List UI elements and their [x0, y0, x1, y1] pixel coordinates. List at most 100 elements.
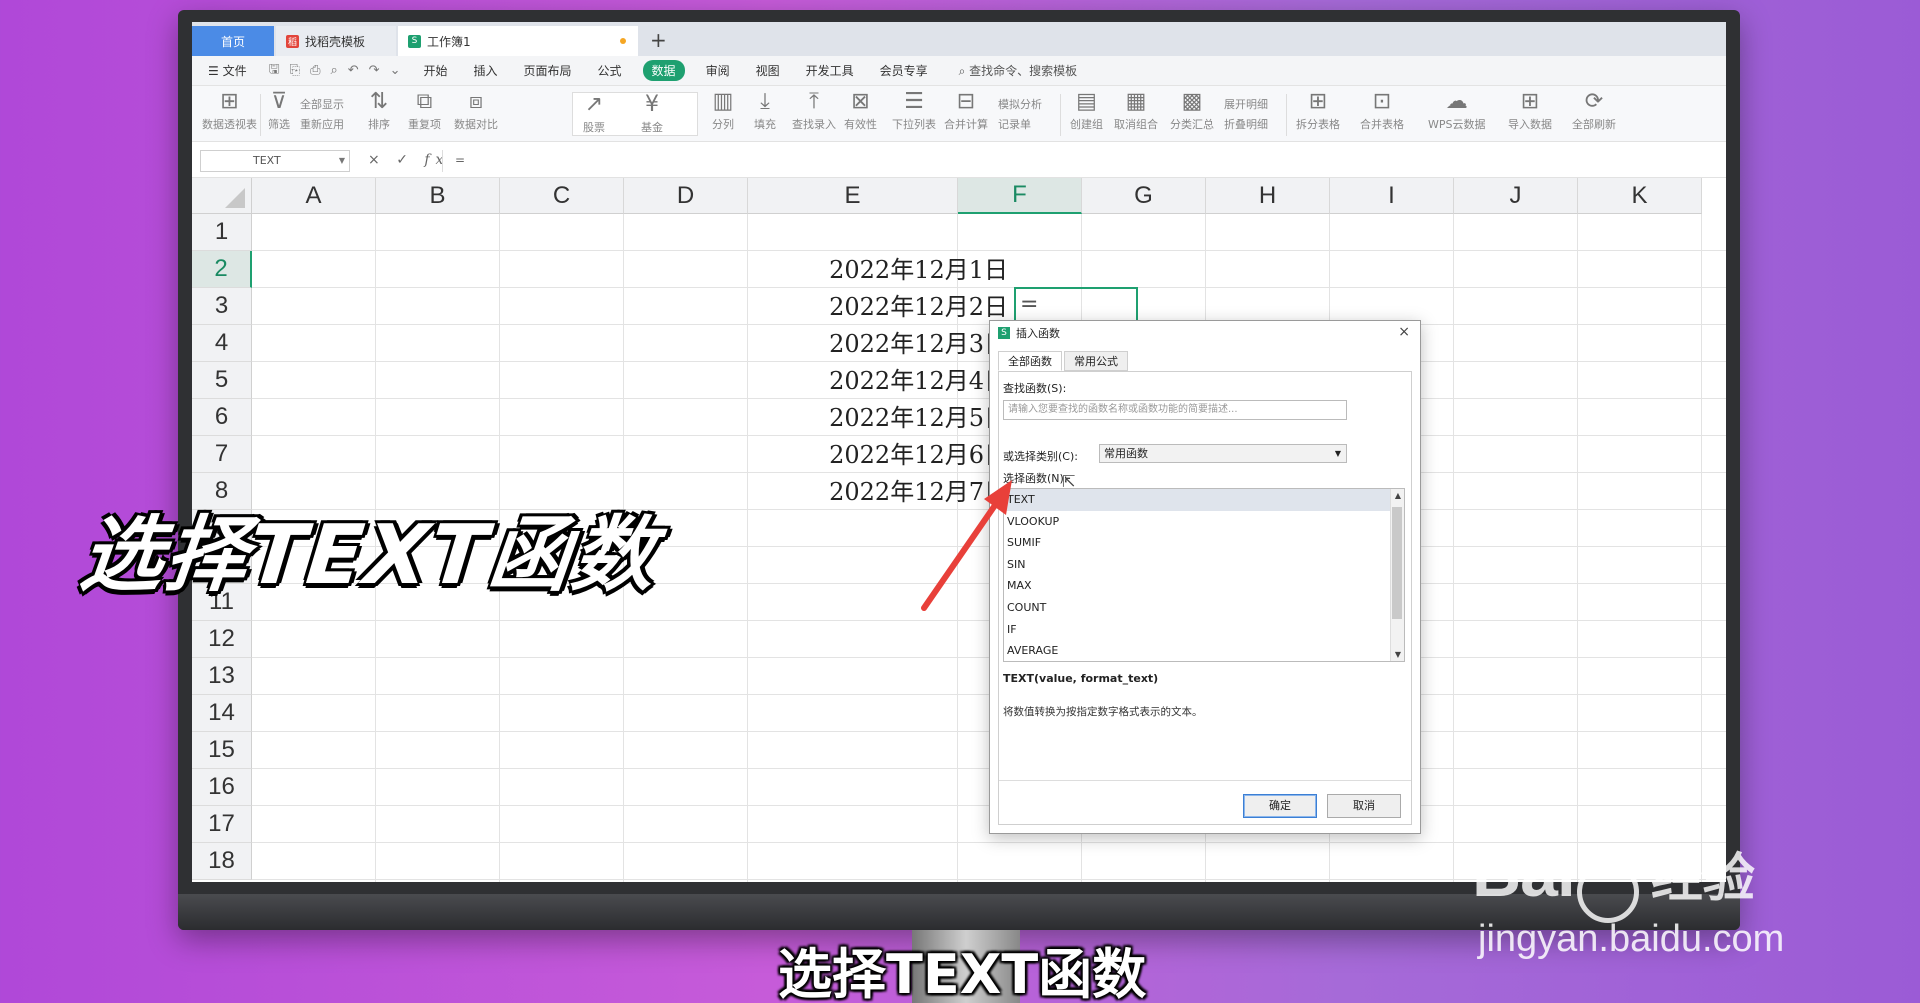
date-cell-e8[interactable]: 2022年12月7日	[742, 473, 1014, 510]
row-header-14[interactable]: 14	[192, 695, 252, 732]
simulate-button[interactable]: 模拟分析	[998, 96, 1042, 112]
show-all-button[interactable]: 全部显示	[300, 96, 344, 112]
record-form-button[interactable]: 记录单	[998, 116, 1031, 132]
split-table-button[interactable]: ⊞ 拆分表格	[1296, 90, 1340, 132]
function-list-scrollbar[interactable]: ▲ ▼	[1390, 489, 1404, 661]
pivot-table-button[interactable]: ⊞ 数据透视表	[202, 90, 257, 132]
column-header-j[interactable]: J	[1454, 178, 1578, 214]
category-select[interactable]: 常用函数 ▼	[1099, 444, 1347, 463]
column-header-a[interactable]: A	[252, 178, 376, 214]
row-header-3[interactable]: 3	[192, 288, 252, 325]
date-cell-e2[interactable]: 2022年12月1日	[742, 251, 1014, 288]
scroll-up-icon[interactable]: ▲	[1395, 491, 1401, 500]
data-compare-button[interactable]: ⧈ 数据对比	[454, 90, 498, 132]
menu-item-member[interactable]: 会员专享	[880, 62, 928, 79]
row-header-12[interactable]: 12	[192, 621, 252, 658]
duplicates-button[interactable]: ⧉ 重复项	[408, 90, 441, 132]
stock-button[interactable]: ↗ 股票	[583, 93, 605, 135]
row-header-2[interactable]: 2	[192, 251, 252, 288]
menu-item-start[interactable]: 开始	[423, 62, 447, 79]
date-cell-e4[interactable]: 2022年12月3日	[742, 325, 1014, 362]
collapse-detail-button[interactable]: 折叠明细	[1224, 116, 1268, 132]
date-cell-e5[interactable]: 2022年12月4日	[742, 362, 1014, 399]
refresh-all-button[interactable]: ⟳ 全部刷新	[1572, 90, 1616, 132]
formula-input[interactable]: =	[442, 150, 1720, 172]
confirm-formula-icon[interactable]: ✓	[396, 152, 414, 168]
fill-button[interactable]: ⤓ 填充	[754, 90, 776, 132]
print-icon[interactable]: ⎙	[310, 63, 320, 78]
function-item-count[interactable]: COUNT	[1004, 597, 1404, 619]
file-menu[interactable]: ☰ 文件	[208, 62, 247, 79]
redo-icon[interactable]: ↷	[369, 63, 380, 78]
column-header-c[interactable]: C	[500, 178, 624, 214]
function-item-vlookup[interactable]: VLOOKUP	[1004, 511, 1404, 533]
column-header-d[interactable]: D	[624, 178, 748, 214]
column-header-e[interactable]: E	[748, 178, 958, 214]
filter-button[interactable]: ⊽ 筛选	[268, 90, 290, 132]
row-header-4[interactable]: 4	[192, 325, 252, 362]
menu-item-data[interactable]: 数据	[642, 60, 685, 81]
menu-item-review[interactable]: 审阅	[706, 62, 730, 79]
row-header-5[interactable]: 5	[192, 362, 252, 399]
function-item-max[interactable]: MAX	[1004, 575, 1404, 597]
column-header-h[interactable]: H	[1206, 178, 1330, 214]
column-header-i[interactable]: I	[1330, 178, 1454, 214]
cancel-button[interactable]: 取消	[1327, 794, 1401, 818]
date-cell-e7[interactable]: 2022年12月6日	[742, 436, 1014, 473]
column-header-k[interactable]: K	[1578, 178, 1702, 214]
function-item-if[interactable]: IF	[1004, 619, 1404, 641]
menu-item-view[interactable]: 视图	[756, 62, 780, 79]
scroll-down-icon[interactable]: ▼	[1395, 650, 1401, 659]
name-box[interactable]: TEXT ▼	[200, 150, 350, 172]
row-header-15[interactable]: 15	[192, 732, 252, 769]
menu-item-formula[interactable]: 公式	[598, 62, 622, 79]
row-header-7[interactable]: 7	[192, 436, 252, 473]
function-search-input[interactable]: 请输入您要查找的函数名称或函数功能的简要描述...	[1003, 400, 1347, 420]
menu-item-layout[interactable]: 页面布局	[524, 62, 572, 79]
date-cell-e6[interactable]: 2022年12月5日	[742, 399, 1014, 436]
row-header-18[interactable]: 18	[192, 843, 252, 880]
subtotal-button[interactable]: ▩ 分类汇总	[1170, 90, 1214, 132]
more-chevron-icon[interactable]: ⌄	[390, 63, 401, 78]
row-header-13[interactable]: 13	[192, 658, 252, 695]
new-tab-button[interactable]: +	[650, 28, 667, 52]
menu-item-insert[interactable]: 插入	[474, 62, 498, 79]
expand-detail-button[interactable]: 展开明细	[1224, 96, 1268, 112]
date-cell-e3[interactable]: 2022年12月2日	[742, 288, 1014, 325]
function-item-sumif[interactable]: SUMIF	[1004, 532, 1404, 554]
fund-button[interactable]: ¥ 基金	[641, 93, 663, 135]
column-header-f[interactable]: F	[958, 178, 1082, 214]
tab-workbook[interactable]: S 工作簿1	[398, 26, 638, 56]
select-all-corner[interactable]	[192, 178, 252, 214]
dropdown-list-button[interactable]: ☰ 下拉列表	[892, 90, 936, 132]
row-header-1[interactable]: 1	[192, 214, 252, 251]
sort-button[interactable]: ⇅ 排序	[368, 90, 390, 132]
reapply-button[interactable]: 重新应用	[300, 116, 344, 132]
tab-home[interactable]: 首页	[192, 26, 274, 56]
split-column-button[interactable]: ▥ 分列	[712, 90, 734, 132]
row-header-16[interactable]: 16	[192, 769, 252, 806]
column-header-b[interactable]: B	[376, 178, 500, 214]
scroll-thumb[interactable]	[1392, 507, 1402, 619]
function-item-sin[interactable]: SIN	[1004, 554, 1404, 576]
close-icon[interactable]: ×	[1398, 324, 1410, 340]
tab-templates[interactable]: 稻 找稻壳模板	[276, 26, 396, 56]
merge-table-button[interactable]: ⊡ 合并表格	[1360, 90, 1404, 132]
import-data-button[interactable]: ⊞ 导入数据	[1508, 90, 1552, 132]
create-group-button[interactable]: ▤ 创建组	[1070, 90, 1103, 132]
ok-button[interactable]: 确定	[1243, 794, 1317, 818]
function-item-average[interactable]: AVERAGE	[1004, 640, 1404, 661]
row-header-17[interactable]: 17	[192, 806, 252, 843]
merge-calc-button[interactable]: ⊟ 合并计算	[944, 90, 988, 132]
column-header-g[interactable]: G	[1082, 178, 1206, 214]
save-icon[interactable]: 🖫	[269, 60, 280, 82]
preview-icon[interactable]: ⌕	[330, 63, 337, 78]
tab-common-formulas[interactable]: 常用公式	[1064, 351, 1128, 371]
command-search[interactable]: ⌕ 查找命令、搜索模板	[959, 62, 1078, 79]
function-item-text[interactable]: TEXT	[1004, 489, 1404, 511]
wps-cloud-button[interactable]: ☁ WPS云数据	[1428, 90, 1486, 132]
cancel-formula-icon[interactable]: ×	[368, 152, 386, 168]
tab-all-functions[interactable]: 全部函数	[998, 351, 1062, 371]
menu-item-developer[interactable]: 开发工具	[806, 62, 854, 79]
undo-icon[interactable]: ↶	[348, 63, 359, 78]
